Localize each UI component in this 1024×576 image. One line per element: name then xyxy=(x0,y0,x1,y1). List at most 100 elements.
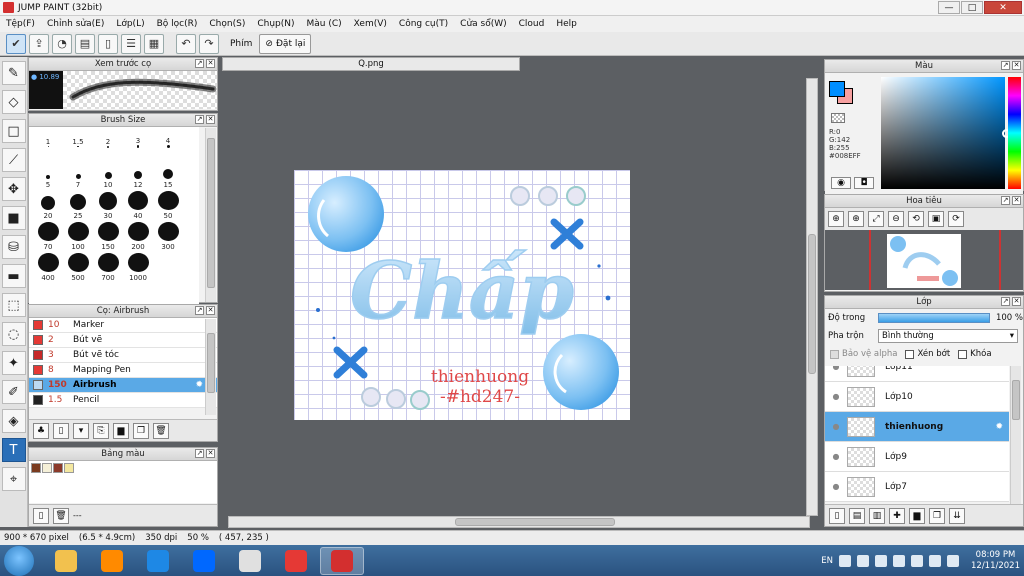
clipping-checkbox[interactable]: Xén bớt xyxy=(905,349,950,359)
visibility-icon[interactable]: ● xyxy=(825,452,847,461)
undock-icon[interactable]: ↗ xyxy=(1001,196,1010,205)
panel-close-icon[interactable]: ✕ xyxy=(1012,297,1021,306)
undock-icon[interactable]: ↗ xyxy=(195,449,204,458)
brush-size-option[interactable]: 3 xyxy=(123,129,153,160)
undock-icon[interactable]: ↗ xyxy=(195,115,204,124)
menu-capture[interactable]: Chụp(N) xyxy=(251,19,300,29)
delete-swatch-icon[interactable]: 🗑 xyxy=(53,507,69,524)
menu-color[interactable]: Màu (C) xyxy=(301,19,348,29)
layer-duplicate-icon[interactable]: ❐ xyxy=(929,507,945,524)
comment-icon[interactable]: ◔ xyxy=(52,33,72,54)
tray-icon[interactable] xyxy=(911,554,923,567)
upload-icon[interactable]: ⇪ xyxy=(29,33,49,54)
panel-close-icon[interactable]: ✕ xyxy=(206,59,215,68)
canvas-paper[interactable]: Chấp thienhuong -#hd247- xyxy=(294,170,630,420)
brush-size-scrollbar[interactable] xyxy=(205,128,216,302)
actual-size-icon[interactable]: ▣ xyxy=(928,211,944,227)
brush-size-option[interactable]: 300 xyxy=(153,222,183,253)
brush-size-option[interactable]: 10 xyxy=(93,160,123,191)
palette-swatch[interactable] xyxy=(64,463,74,473)
layer-folder-icon[interactable]: ▆ xyxy=(909,507,925,524)
hue-slider[interactable] xyxy=(1008,77,1021,189)
snipping-tool-taskbar-button[interactable] xyxy=(228,547,272,575)
visibility-icon[interactable]: ● xyxy=(825,392,847,401)
brush-size-option[interactable]: 1.5 xyxy=(63,129,93,160)
clock[interactable]: 08:09 PM 12/11/2021 xyxy=(971,550,1020,572)
canvas-horizontal-scrollbar[interactable] xyxy=(228,516,810,528)
chrome-taskbar-button[interactable] xyxy=(274,547,318,575)
canvas-area[interactable]: Chấp thienhuong -#hd247- xyxy=(220,72,820,516)
menu-tools[interactable]: Công cụ(T) xyxy=(393,19,454,29)
transparent-swatch[interactable] xyxy=(831,113,845,123)
undock-icon[interactable]: ↗ xyxy=(195,59,204,68)
undo-icon[interactable]: ↶ xyxy=(176,33,196,54)
document-icon[interactable]: ▯ xyxy=(98,33,118,54)
file-explorer-taskbar-button[interactable] xyxy=(44,547,88,575)
select-rect-icon[interactable]: ⬚ xyxy=(1,293,26,317)
jump-paint-taskbar-button[interactable] xyxy=(320,546,364,575)
layer-row[interactable]: ● Lớp7 xyxy=(825,472,1009,502)
bucket-tool-icon[interactable]: ⛁ xyxy=(1,235,26,259)
brush-tree-icon[interactable]: ♣ xyxy=(33,422,49,439)
visibility-icon[interactable]: ● xyxy=(825,422,847,431)
panel-icon[interactable]: ▤ xyxy=(75,33,95,54)
opacity-slider[interactable] xyxy=(878,313,990,323)
brush-settings-icon[interactable]: ✹ xyxy=(195,380,203,390)
brush-list-item[interactable]: 2 Bút vẽ xyxy=(29,333,217,348)
move-tool-icon[interactable]: ✥ xyxy=(1,177,26,201)
brush-list-item[interactable]: 10 Marker xyxy=(29,318,217,333)
start-button[interactable] xyxy=(4,545,34,576)
brush-size-option[interactable]: 100 xyxy=(63,222,93,253)
folder-icon[interactable]: ▆ xyxy=(113,422,129,439)
text-tool-icon[interactable]: T xyxy=(1,438,26,462)
menu-cloud[interactable]: Cloud xyxy=(513,19,551,29)
zoom-out-icon[interactable]: ⊖ xyxy=(888,211,904,227)
canvas-vertical-scrollbar[interactable] xyxy=(806,78,818,516)
tray-icon[interactable] xyxy=(875,554,887,567)
layer-row[interactable]: ● Lớp9 xyxy=(825,442,1009,472)
rotate-right-icon[interactable]: ⟳ xyxy=(948,211,964,227)
protect-alpha-checkbox[interactable]: Bảo vệ alpha xyxy=(830,349,897,359)
gradient-tool-icon[interactable]: ▬ xyxy=(1,264,26,288)
reset-button[interactable]: ⊘ Đặt lại xyxy=(259,33,312,54)
palette-swatch[interactable] xyxy=(31,463,41,473)
menu-filter[interactable]: Bộ lọc(R) xyxy=(151,19,204,29)
menu-edit[interactable]: Chỉnh sửa(E) xyxy=(41,19,110,29)
palette-swatch[interactable] xyxy=(42,463,52,473)
brush-size-option[interactable]: 25 xyxy=(63,191,93,222)
color-picker-icon[interactable]: ◘ xyxy=(854,177,874,189)
color-mode-icon[interactable]: ◉ xyxy=(831,177,851,189)
layer-paste-icon[interactable]: ▥ xyxy=(869,507,885,524)
volume-icon[interactable] xyxy=(947,554,959,567)
visibility-icon[interactable]: ● xyxy=(825,366,847,371)
tray-icon[interactable] xyxy=(893,554,905,567)
maximize-button[interactable]: □ xyxy=(961,1,983,14)
undock-icon[interactable]: ↗ xyxy=(195,306,204,315)
magic-wand-icon[interactable]: ✦ xyxy=(1,351,26,375)
brush-size-option[interactable]: 15 xyxy=(153,160,183,191)
brush-list-item[interactable]: 150 Airbrush ✹ xyxy=(29,378,217,393)
select-eraser-icon[interactable]: ◈ xyxy=(1,409,26,433)
new-layer-icon[interactable]: ▯ xyxy=(829,507,845,524)
brush-size-option[interactable]: 12 xyxy=(123,160,153,191)
menu-file[interactable]: Tệp(F) xyxy=(0,19,41,29)
eraser-tool-icon[interactable]: ◇ xyxy=(1,90,26,114)
brush-size-option[interactable]: 200 xyxy=(123,222,153,253)
menu-help[interactable]: Help xyxy=(550,19,583,29)
menu-layer[interactable]: Lớp(L) xyxy=(110,19,150,29)
tray-icon[interactable] xyxy=(839,554,851,567)
fill-rect-tool-icon[interactable]: ■ xyxy=(1,206,26,230)
trash-icon[interactable]: 🗑 xyxy=(153,422,169,439)
foreground-color-swatch[interactable] xyxy=(829,81,845,97)
navigator-preview[interactable] xyxy=(825,230,1023,290)
brush-size-option[interactable]: 70 xyxy=(33,222,63,253)
zoom-in-alt-icon[interactable]: ⊕ xyxy=(848,211,864,227)
brush-size-option[interactable]: 1000 xyxy=(123,253,153,284)
rectangle-tool-icon[interactable]: □ xyxy=(1,119,26,143)
zalo-taskbar-button[interactable] xyxy=(182,547,226,575)
zoom-in-icon[interactable]: ⊕ xyxy=(828,211,844,227)
menu-view[interactable]: Xem(V) xyxy=(348,19,393,29)
undock-icon[interactable]: ↗ xyxy=(1001,297,1010,306)
palette-swatch[interactable] xyxy=(53,463,63,473)
brush-size-option[interactable]: 500 xyxy=(63,253,93,284)
